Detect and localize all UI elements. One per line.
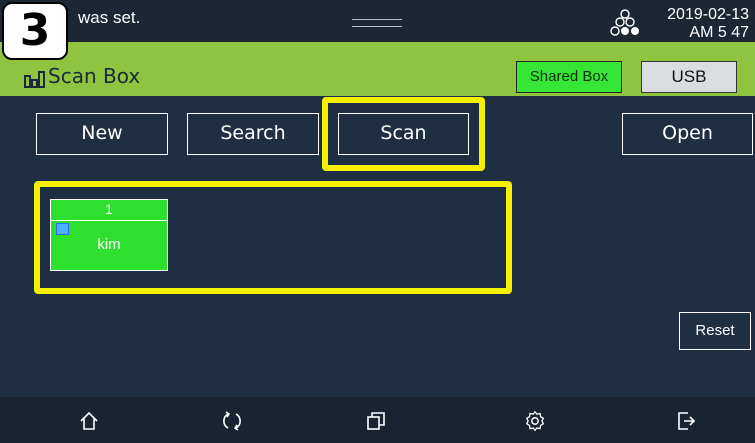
- new-button[interactable]: New: [36, 113, 168, 155]
- settings-icon[interactable]: [524, 410, 546, 432]
- network-status-icon: [610, 9, 639, 36]
- window-switch-icon[interactable]: [365, 410, 387, 432]
- lock-icon: [56, 223, 69, 235]
- refresh-icon[interactable]: [221, 410, 243, 432]
- scan-button[interactable]: Scan: [338, 113, 469, 155]
- page-title: Scan Box: [48, 64, 141, 88]
- status-message: was set.: [78, 8, 141, 27]
- status-bar: was set. 2019-02-13 AM 5 47: [0, 0, 755, 42]
- box-number: 1: [51, 200, 167, 221]
- status-time: AM 5 47: [689, 24, 749, 41]
- drag-handle[interactable]: [352, 19, 402, 27]
- usb-button[interactable]: USB: [641, 61, 737, 93]
- home-icon[interactable]: [78, 410, 100, 432]
- reset-button[interactable]: Reset: [679, 312, 751, 350]
- step-number-badge: 3: [2, 2, 68, 60]
- scan-box-icon: [24, 71, 45, 88]
- logout-icon[interactable]: [675, 410, 697, 432]
- shared-box-button[interactable]: Shared Box: [516, 61, 622, 93]
- box-name: kim: [97, 236, 121, 253]
- open-button[interactable]: Open: [622, 113, 753, 155]
- status-date: 2019-02-13: [667, 6, 749, 23]
- box-tile[interactable]: 1 kim: [50, 199, 168, 271]
- search-button[interactable]: Search: [187, 113, 319, 155]
